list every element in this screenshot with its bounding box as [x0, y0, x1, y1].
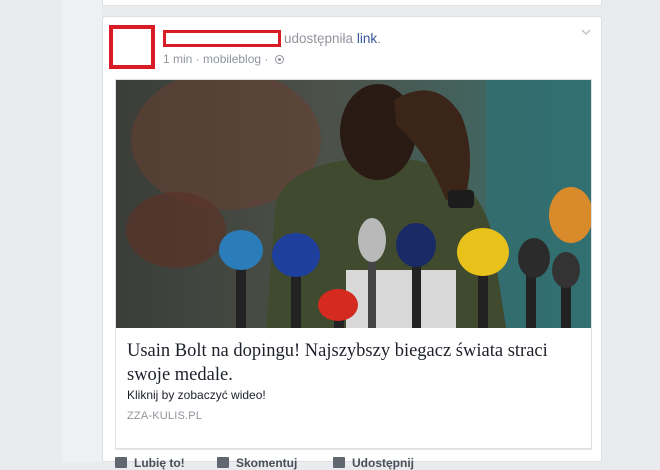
share-button[interactable]: Udostępnij: [333, 456, 414, 470]
preview-photo: [116, 80, 591, 328]
feed-post: udostępniła link. 1 min · mobileblog · U…: [102, 16, 602, 470]
preview-domain: ZZA-KULIS.PL: [127, 410, 203, 422]
thumbs-up-icon: [115, 457, 127, 468]
previous-post-edge: [102, 0, 602, 6]
comment-label: Skomentuj: [236, 456, 298, 470]
period: .: [377, 31, 381, 46]
comment-button[interactable]: Skomentuj: [217, 456, 297, 470]
shared-action-text: udostępniła: [284, 31, 354, 46]
preview-description: Kliknij by zobaczyć wideo!: [127, 388, 266, 402]
link-preview[interactable]: Usain Bolt na dopingu! Najszybszy biegac…: [115, 79, 592, 449]
left-gutter: [0, 0, 62, 462]
globe-icon[interactable]: [274, 55, 284, 64]
author-name-redacted[interactable]: [163, 30, 281, 47]
like-label: Lubię to!: [134, 456, 185, 470]
chevron-down-icon[interactable]: [581, 27, 591, 37]
meta-separator-2: ·: [264, 52, 269, 66]
preview-image[interactable]: [116, 80, 591, 328]
post-meta: 1 min · mobileblog ·: [163, 52, 284, 66]
share-icon: [333, 457, 345, 468]
preview-title[interactable]: Usain Bolt na dopingu! Najszybszy biegac…: [127, 339, 582, 387]
post-time[interactable]: 1 min: [163, 52, 192, 66]
post-source[interactable]: mobileblog: [203, 52, 261, 66]
like-button[interactable]: Lubię to!: [115, 456, 185, 470]
share-label: Udostępnij: [352, 456, 414, 470]
left-column: [62, 0, 102, 462]
avatar[interactable]: [109, 25, 155, 69]
comment-icon: [217, 457, 229, 468]
post-header-text: udostępniła link.: [284, 31, 381, 46]
shared-link[interactable]: link: [357, 31, 377, 46]
meta-separator: ·: [195, 52, 200, 66]
